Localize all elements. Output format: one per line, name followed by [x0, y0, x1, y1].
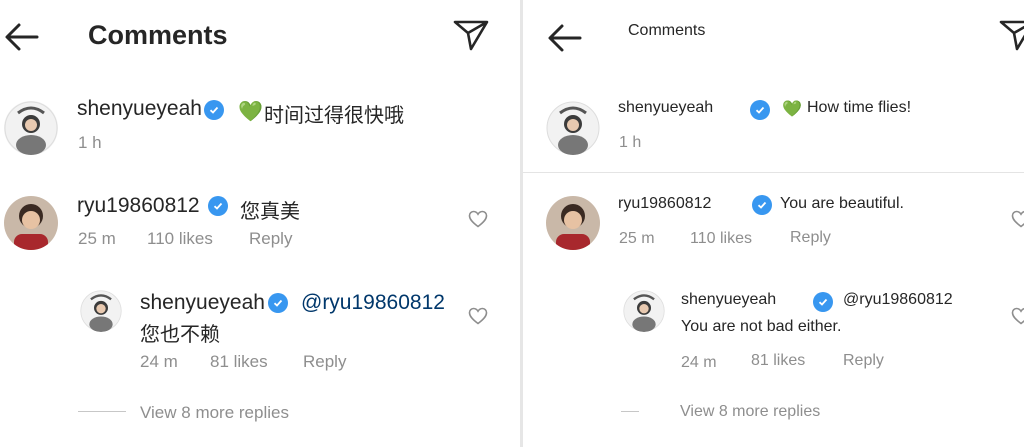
comment-likes[interactable]: 110 likes [147, 229, 213, 249]
caption-username[interactable]: shenyueyeah [618, 99, 713, 117]
green-heart-emoji: 💚 [238, 101, 263, 123]
verified-badge-icon [750, 100, 770, 120]
caption-text: 时间过得很快哦 [264, 105, 404, 127]
verified-badge-icon [813, 292, 833, 312]
verified-badge-icon [204, 100, 224, 120]
paper-plane-icon[interactable] [998, 18, 1024, 52]
avatar[interactable] [623, 290, 665, 332]
reply-text: 您也不赖 [140, 324, 220, 346]
like-heart-icon[interactable] [468, 307, 488, 330]
reply-likes[interactable]: 81 likes [751, 352, 805, 370]
comment-text: 您真美 [240, 201, 300, 223]
avatar[interactable] [4, 101, 58, 155]
avatar[interactable] [80, 290, 122, 332]
caption-text: How time flies! [807, 99, 912, 116]
page-title: Comments [88, 20, 228, 50]
reply-username[interactable]: shenyueyeah [140, 291, 265, 315]
reply-username[interactable]: shenyueyeah [681, 291, 776, 309]
reply-text: You are not bad either. [681, 318, 842, 335]
comment-time: 25 m [619, 230, 655, 247]
reply-likes[interactable]: 81 likes [210, 352, 268, 372]
like-heart-icon[interactable] [1011, 307, 1024, 330]
reply-reply-button[interactable]: Reply [303, 352, 346, 372]
back-arrow-icon[interactable] [547, 23, 583, 53]
comment-text: You are beautiful. [780, 195, 904, 212]
caption-username[interactable]: shenyueyeah [77, 97, 202, 121]
view-replies-divider [621, 411, 639, 412]
reply-time: 24 m [681, 354, 717, 371]
like-heart-icon[interactable] [468, 210, 488, 233]
reply-reply-button[interactable]: Reply [843, 352, 884, 370]
reply-mention-link[interactable]: @ryu19860812 [301, 291, 445, 315]
view-replies-divider [78, 411, 126, 412]
page-title: Comments [628, 22, 706, 39]
comment-reply-button[interactable]: Reply [249, 229, 292, 249]
caption-time: 1 h [619, 134, 642, 151]
verified-badge-icon [268, 293, 288, 313]
caption-time: 1 h [78, 133, 102, 152]
avatar[interactable] [4, 196, 58, 250]
back-arrow-icon[interactable] [4, 22, 40, 52]
verified-badge-icon [752, 195, 772, 215]
reply-time: 24 m [140, 352, 178, 371]
paper-plane-icon[interactable] [452, 18, 490, 52]
reply-mention-link[interactable]: @ryu19860812 [843, 291, 953, 309]
verified-badge-icon [208, 196, 228, 216]
section-divider [523, 172, 1024, 173]
like-heart-icon[interactable] [1011, 210, 1024, 233]
green-heart-emoji: 💚 [782, 101, 802, 118]
comment-likes[interactable]: 110 likes [690, 230, 752, 248]
comment-username[interactable]: ryu19860812 [77, 194, 200, 218]
comment-time: 25 m [78, 229, 116, 248]
avatar[interactable] [546, 101, 600, 155]
left-comments-panel: Comments shenyueyeah 💚 时间过得很快哦 1 h ryu19… [0, 0, 520, 447]
comment-reply-button[interactable]: Reply [790, 229, 831, 247]
right-comments-panel: Comments shenyueyeah 💚 How time flies! 1… [523, 0, 1024, 447]
comment-username[interactable]: ryu19860812 [618, 195, 711, 213]
avatar[interactable] [546, 196, 600, 250]
view-more-replies-button[interactable]: View 8 more replies [680, 403, 820, 421]
view-more-replies-button[interactable]: View 8 more replies [140, 403, 289, 423]
